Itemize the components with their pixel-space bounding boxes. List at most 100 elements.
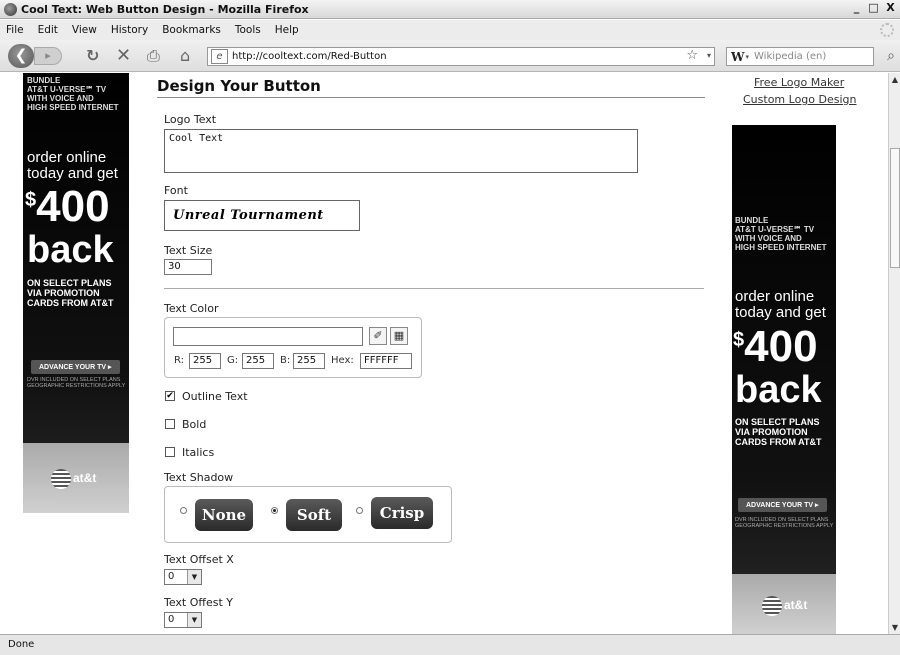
ad-back-text: back [27, 229, 114, 271]
back-button[interactable]: ❮ [8, 44, 34, 68]
free-logo-maker-link[interactable]: Free Logo Maker [754, 76, 844, 89]
offset-x-select[interactable]: 0 ▼ [164, 569, 202, 585]
shadow-none-radio[interactable] [180, 507, 187, 514]
color-grid-icon[interactable]: ▦ [390, 327, 408, 345]
offset-y-select[interactable]: 0 ▼ [164, 612, 202, 628]
menu-history[interactable]: History [111, 24, 148, 36]
stop-icon[interactable]: ✕ [116, 47, 131, 65]
font-label: Font [164, 184, 188, 197]
text-size-input[interactable]: 30 [164, 259, 212, 275]
home-icon[interactable]: ⌂ [180, 48, 190, 64]
b-label: B: [280, 355, 291, 366]
hex-label: Hex: [331, 355, 354, 366]
search-bar[interactable]: W ▾ Wikipedia (en) ⌕ [726, 47, 895, 66]
menu-tools[interactable]: Tools [235, 24, 261, 36]
red-input[interactable]: 255 [189, 353, 221, 369]
ad-order-text: order online today and get [27, 149, 118, 182]
ad-back-text: back [735, 369, 822, 411]
g-label: G: [227, 355, 239, 366]
ad-select-plans-text: ON SELECT PLANS VIA PROMOTION CARDS FROM… [735, 417, 822, 447]
ad-bundle-text: BUNDLE AT&T U-VERSE℠ TV WITH VOICE AND H… [27, 76, 119, 112]
text-shadow-label: Text Shadow [164, 471, 234, 484]
page-title: Design Your Button [157, 77, 321, 95]
bookmark-star-icon[interactable]: ☆ [686, 48, 698, 63]
ad-select-plans-text: ON SELECT PLANS VIA PROMOTION CARDS FROM… [27, 278, 114, 308]
text-shadow-options: None Soft Crisp [164, 486, 452, 543]
window-titlebar: Cool Text: Web Button Design - Mozilla F… [0, 0, 900, 19]
minimize-button[interactable]: _ [849, 1, 864, 15]
font-selector[interactable]: Unreal Tournament [164, 200, 360, 231]
scroll-down-icon[interactable]: ▼ [890, 622, 900, 633]
logo-text-input[interactable]: Cool Text [164, 129, 638, 173]
menu-view[interactable]: View [72, 24, 97, 36]
menu-bar: File Edit View History Bookmarks Tools H… [0, 20, 900, 40]
firefox-icon [4, 2, 17, 16]
ad-advance-button[interactable]: ADVANCE YOUR TV ▸ [31, 360, 120, 374]
att-globe-icon [51, 469, 71, 489]
color-preview-field[interactable] [173, 327, 363, 346]
chevron-down-icon[interactable]: ▼ [187, 613, 201, 627]
ad-price: $400 [733, 322, 818, 371]
text-color-panel: ✐ ▦ R: 255 G: 255 B: 255 Hex: FFFFFF [164, 317, 422, 378]
search-engine-dropdown-icon[interactable]: ▾ [745, 53, 749, 61]
vertical-scrollbar[interactable]: ▲ ▼ [888, 73, 900, 634]
menu-bookmarks[interactable]: Bookmarks [162, 24, 221, 36]
scroll-up-icon[interactable]: ▲ [890, 74, 900, 85]
shadow-crisp-radio[interactable] [356, 507, 363, 514]
page-content: BUNDLE AT&T U-VERSE℠ TV WITH VOICE AND H… [0, 73, 888, 634]
menu-help[interactable]: Help [275, 24, 299, 36]
italics-checkbox[interactable] [165, 447, 175, 457]
scrollbar-thumb[interactable] [890, 148, 900, 268]
hex-input[interactable]: FFFFFF [360, 353, 412, 369]
address-bar[interactable]: e http://cooltext.com/Red-Button ☆ ▾ [207, 47, 715, 66]
text-color-label: Text Color [164, 302, 219, 315]
ad-fine-print: DVR INCLUDED ON SELECT PLANS GEOGRAPHIC … [27, 377, 126, 389]
outline-label: Outline Text [182, 390, 248, 403]
menu-edit[interactable]: Edit [38, 24, 58, 36]
chevron-down-icon[interactable]: ▼ [187, 570, 201, 584]
maximize-button[interactable]: □ [866, 1, 881, 15]
bold-checkbox[interactable] [165, 419, 175, 429]
att-globe-icon [762, 596, 782, 616]
search-icon[interactable]: ⌕ [887, 48, 895, 64]
print-icon[interactable]: ⎙ [147, 48, 160, 64]
url-dropdown-icon[interactable]: ▾ [707, 51, 711, 60]
menu-file[interactable]: File [6, 24, 24, 36]
r-label: R: [174, 355, 185, 366]
status-bar: Done [0, 634, 900, 655]
reload-icon[interactable]: ↻ [86, 48, 99, 64]
att-brand: at&t [784, 598, 808, 612]
search-placeholder[interactable]: Wikipedia (en) [754, 51, 826, 62]
italics-label: Italics [182, 446, 215, 459]
shadow-soft-radio[interactable] [271, 507, 278, 514]
outline-checkbox[interactable]: ✔ [165, 391, 175, 401]
text-size-label: Text Size [164, 244, 213, 257]
heading-divider [157, 97, 705, 98]
eyedropper-icon[interactable]: ✐ [369, 327, 387, 345]
custom-logo-design-link[interactable]: Custom Logo Design [743, 93, 857, 106]
ad-logo-area: at&t REPLAY ▸ [23, 443, 129, 513]
forward-button[interactable]: ▸ [34, 47, 62, 65]
section-divider [164, 288, 704, 289]
right-advertisement[interactable]: BUNDLE AT&T U-VERSE℠ TV WITH VOICE AND H… [732, 125, 836, 634]
left-advertisement[interactable]: BUNDLE AT&T U-VERSE℠ TV WITH VOICE AND H… [23, 73, 129, 513]
wikipedia-icon[interactable]: W [731, 50, 744, 64]
green-input[interactable]: 255 [242, 353, 274, 369]
ad-price: $400 [25, 182, 110, 231]
offset-y-label: Text Offest Y [164, 596, 234, 609]
att-brand: at&t [73, 471, 97, 485]
shadow-soft-button[interactable]: Soft [286, 499, 342, 531]
window-title: Cool Text: Web Button Design - Mozilla F… [21, 2, 309, 16]
ad-bundle-text: BUNDLE AT&T U-VERSE℠ TV WITH VOICE AND H… [735, 216, 827, 252]
shadow-crisp-button[interactable]: Crisp [371, 497, 433, 529]
ad-fine-print: DVR INCLUDED ON SELECT PLANS GEOGRAPHIC … [735, 517, 834, 529]
ad-advance-button[interactable]: ADVANCE YOUR TV ▸ [738, 498, 827, 512]
blue-input[interactable]: 255 [293, 353, 325, 369]
ad-replay-link[interactable]: REPLAY ▸ [27, 501, 60, 509]
navigation-toolbar: ❮ ▸ ↻ ✕ ⎙ ⌂ e http://cooltext.com/Red-Bu… [0, 40, 900, 72]
offset-y-value: 0 [168, 614, 175, 625]
shadow-none-button[interactable]: None [195, 499, 253, 531]
close-button[interactable]: X [883, 1, 898, 15]
offset-x-value: 0 [168, 571, 175, 582]
url-text[interactable]: http://cooltext.com/Red-Button [232, 51, 387, 62]
